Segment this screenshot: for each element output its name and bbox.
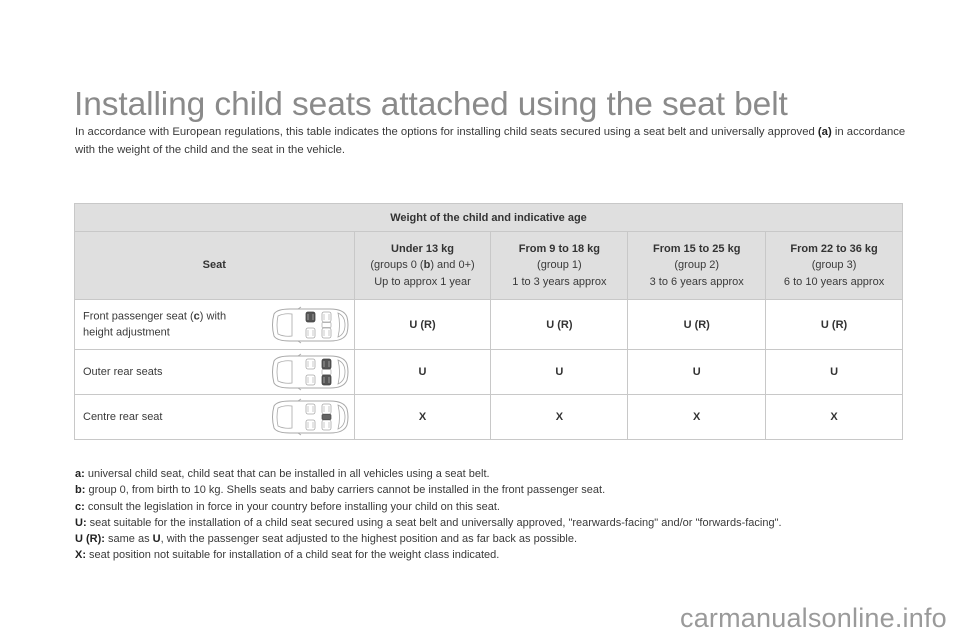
car-outer-rear-seats-icon [271,353,349,391]
column-weight: From 15 to 25 kg [653,242,741,255]
column-weight: From 9 to 18 kg [518,242,601,255]
group-text: (groups 0 ( [370,259,424,272]
footnote-text: universal child seat, child seat that ca… [84,468,490,480]
footnote-ur: U (R): same as U, with the passenger sea… [75,531,782,547]
car-centre-rear-seat-icon [271,398,349,436]
column-header-9-18kg: From 9 to 18 kg (group 1) 1 to 3 years a… [490,231,629,300]
cell-value: U (R) [627,299,767,350]
footnote-x: X: seat position not suitable for instal… [75,547,782,563]
cell-value: U (R) [353,299,492,350]
rear-outer-seat-icon [321,358,332,370]
column-header-22-36kg: From 22 to 36 kg (group 3) 6 to 10 years… [765,231,903,300]
group-text: ) and 0+) [430,259,475,272]
footnote-key: c: [75,500,85,513]
footnote-text: seat position not suitable for installat… [86,549,500,562]
rear-outer-seat-icon [321,419,332,431]
footnote-b: b: group 0, from birth to 10 kg. Shells … [75,482,782,498]
driver-seat-icon [305,374,316,386]
front-passenger-seat-icon [305,403,316,415]
cell-value: U (R) [765,299,903,350]
column-header-15-25kg: From 15 to 25 kg (group 2) 3 to 6 years … [627,231,767,300]
weight-group-header: Weight of the child and indicative age [74,203,903,232]
seat-label: Centre rear seat [83,410,163,423]
rear-centre-seat-icon [321,369,331,375]
footnote-key: b: [75,484,86,497]
cell-value: U [353,349,492,395]
rear-outer-seat-icon [321,374,332,386]
rear-outer-seat-icon [321,403,332,415]
table-row-front-passenger: Front passenger seat (c) with height adj… [74,299,903,350]
table-row-outer-rear: Outer rear seats U U U U [74,349,903,395]
column-age: 6 to 10 years approx [783,275,885,288]
driver-seat-icon [305,327,316,338]
seat-label: Outer rear seats [83,365,163,378]
footnotes: a: universal child seat, child seat that… [75,466,782,564]
car-front-passenger-seat-icon [271,306,349,343]
column-weight: Under 13 kg [391,242,455,255]
column-group: (group 1) [537,259,582,272]
column-group: (group 3) [811,259,857,272]
column-age: Up to approx 1 year [374,275,471,288]
watermark: carmanualsonline.info [680,603,947,633]
footnote-key: U: [75,516,87,529]
footnote-ref-a: (a) [817,126,832,138]
child-seat-table: Weight of the child and indicative age S… [74,203,903,440]
cell-value: X [765,394,903,440]
column-age: 1 to 3 years approx [512,275,607,288]
intro-paragraph: In accordance with European regulations,… [75,124,910,159]
cell-value: X [627,394,767,440]
rear-outer-seat-icon [321,311,332,322]
seat-column-header: Seat [74,231,355,300]
footnote-key: U (R): [75,533,105,546]
footnote-bold: U [152,533,161,546]
footnote-text: same as [104,533,153,546]
footnote-u: U: seat suitable for the installation of… [75,515,782,531]
seat-cell: Centre rear seat [74,394,355,440]
page-title: Installing child seats attached using th… [74,86,788,123]
front-passenger-seat-icon [305,311,316,322]
cell-value: U [490,349,629,395]
cell-value: U (R) [490,299,629,350]
footnote-key: a: [75,468,85,480]
footnote-text: group 0, from birth to 10 kg. Shells sea… [85,484,606,497]
footnote-text: consult the legislation in force in your… [84,500,500,513]
cell-value: X [490,394,629,440]
column-group: (groups 0 (b) and 0+) [355,257,491,274]
cell-value: X [353,394,492,440]
seat-cell: Front passenger seat (c) with height adj… [74,299,355,350]
rear-outer-seat-icon [321,327,332,338]
intro-text: In accordance with European regulations,… [75,126,818,138]
column-group: (group 2) [674,259,720,272]
seat-text: Front passenger seat ( [83,310,194,322]
footnote-text: seat suitable for the installation of a … [86,516,782,529]
cell-value: U [627,349,767,395]
table-row-centre-rear: Centre rear seat X X X X [74,394,903,440]
cell-value: U [765,349,903,395]
footnote-text: , with the passenger seat adjusted to th… [160,533,578,546]
column-weight: From 22 to 36 kg [790,242,878,255]
front-passenger-seat-icon [305,358,316,370]
footnote-key: X: [75,549,86,562]
column-age: 3 to 6 years approx [649,275,744,288]
column-header-under-13kg: Under 13 kg (groups 0 (b) and 0+) Up to … [353,231,492,300]
rear-centre-seat-icon [321,321,331,328]
seat-cell: Outer rear seats [74,349,355,395]
driver-seat-icon [305,419,316,431]
footnote-a: a: universal child seat, child seat that… [75,466,782,482]
footnote-c: c: consult the legislation in force in y… [75,499,782,515]
seat-label: Front passenger seat (c) with height adj… [83,308,253,341]
rear-centre-seat-icon [321,414,331,420]
